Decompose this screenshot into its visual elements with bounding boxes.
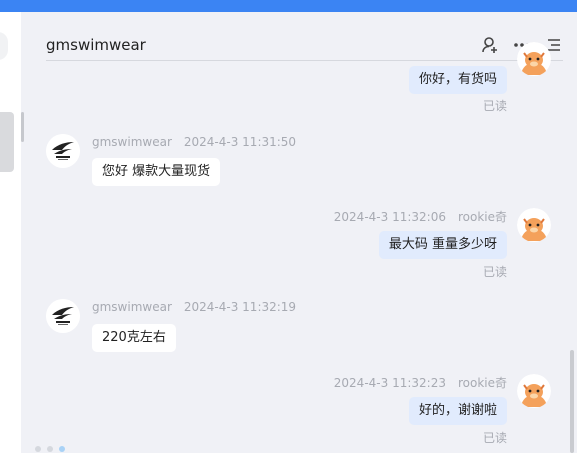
chat-header: gmswimwear	[46, 12, 563, 61]
message-bubble[interactable]: 最大码 重量多少呀	[378, 231, 507, 259]
read-status: 已读	[482, 431, 507, 445]
user-avatar[interactable]	[517, 374, 551, 408]
selected-conversation[interactable]	[0, 112, 14, 172]
conversation-list-scrollbar[interactable]	[21, 112, 24, 142]
read-status: 已读	[482, 265, 507, 279]
message-meta: gmswimwear 2024-4-3 11:32:19	[92, 300, 296, 314]
chat-title: gmswimwear	[46, 36, 146, 54]
read-status: 已读	[482, 99, 507, 113]
message-bubble[interactable]: 220克左右	[92, 324, 176, 352]
message-time: 2024-4-3 11:32:23	[333, 376, 446, 390]
message-meta: gmswimwear 2024-4-3 11:31:50	[92, 135, 296, 149]
message-time: 2024-4-3 11:32:06	[333, 210, 446, 224]
shop-avatar[interactable]	[46, 299, 80, 333]
top-accent-bar	[0, 0, 577, 12]
shop-avatar[interactable]	[46, 134, 80, 168]
message-time: 2024-4-3 11:31:50	[183, 135, 297, 149]
add-user-icon[interactable]	[481, 36, 499, 54]
sender-name: gmswimwear	[92, 300, 172, 314]
sender-name: gmswimwear	[92, 135, 172, 149]
user-avatar[interactable]	[517, 42, 551, 76]
message-bubble[interactable]: 你好，有货吗	[408, 66, 507, 94]
message-meta: 2024-4-3 11:32:23 rookie奇	[334, 374, 507, 391]
loading-indicator	[35, 446, 65, 452]
message-bubble[interactable]: 您好 爆款大量现货	[92, 158, 221, 186]
sender-name: rookie奇	[457, 376, 507, 390]
message-bubble[interactable]: 好的，谢谢啦	[408, 397, 507, 425]
search-button[interactable]	[0, 32, 8, 60]
sender-name: rookie奇	[457, 210, 507, 224]
message-meta: 2024-4-3 11:32:06 rookie奇	[334, 208, 507, 225]
user-avatar[interactable]	[517, 208, 551, 242]
chat-scrollbar[interactable]	[570, 350, 574, 453]
conversation-list-pane	[0, 12, 21, 453]
message-time: 2024-4-3 11:32:19	[183, 300, 297, 314]
